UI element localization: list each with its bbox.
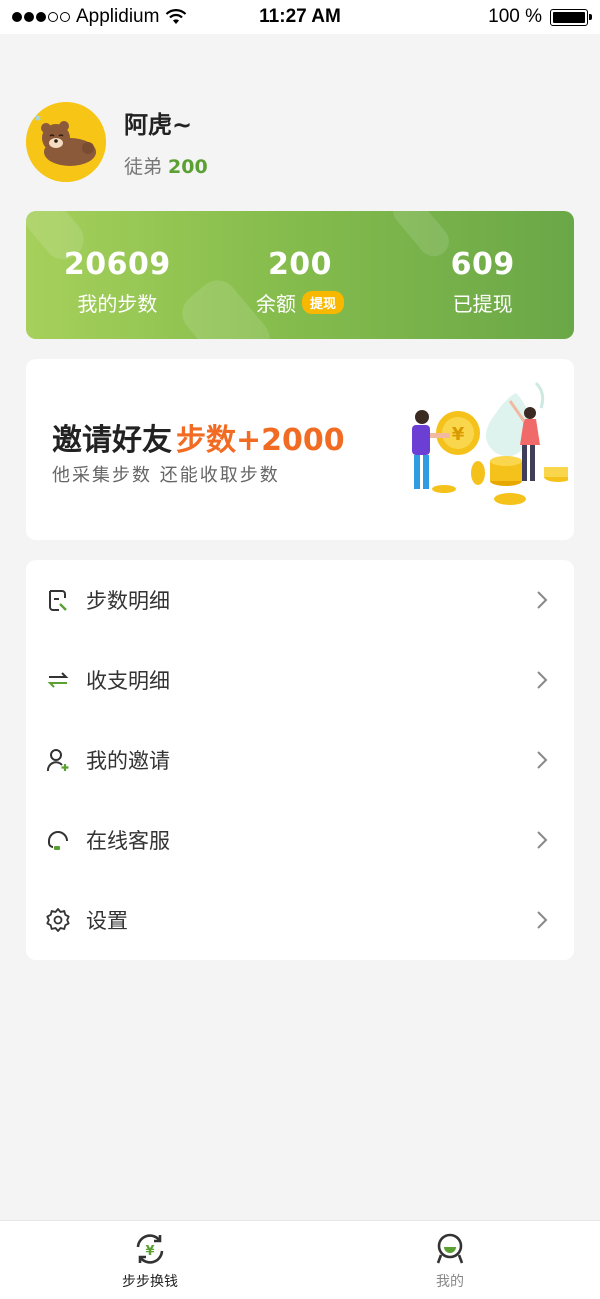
status-bar-right: 100 %: [488, 6, 592, 28]
profile-info: 阿虎~ 徒弟 200: [124, 105, 208, 179]
stats-row: 20609 我的步数 200 余额 提现 609 已提现: [26, 247, 574, 317]
balance-label-row: 余额 提现: [256, 288, 345, 317]
apprentice-count: 200: [168, 156, 208, 178]
profile-header: 阿虎~ 徒弟 200: [26, 102, 208, 182]
chevron-right-icon: [537, 591, 548, 609]
profile-face-icon: [436, 1233, 464, 1264]
invite-banner[interactable]: 邀请好友 步数+2000 他采集步数 还能收取步数 ¥: [26, 359, 574, 540]
menu-label: 设置: [86, 909, 128, 933]
bear-avatar-icon: [26, 102, 106, 182]
tab-mine[interactable]: 我的: [300, 1221, 600, 1299]
menu-list: 步数明细 收支明细 我的邀请 在线客服 设置: [26, 560, 574, 960]
tab-label: 我的: [436, 1274, 464, 1290]
avatar[interactable]: [26, 102, 106, 182]
invite-title-text: 邀请好友: [52, 423, 172, 458]
chevron-right-icon: [537, 831, 548, 849]
balance-label: 余额: [256, 292, 296, 316]
tab-label: 步步换钱: [122, 1274, 178, 1290]
gear-icon: [44, 906, 72, 934]
stat-withdrawn[interactable]: 609 已提现: [391, 247, 574, 317]
menu-label: 步数明细: [86, 589, 170, 613]
step-detail-icon: [44, 586, 72, 614]
add-user-icon: [44, 746, 72, 774]
stat-steps[interactable]: 20609 我的步数: [26, 247, 209, 317]
invite-illustration: ¥: [412, 381, 568, 505]
menu-item-income-detail[interactable]: 收支明细: [26, 640, 574, 720]
withdrawn-label: 已提现: [452, 292, 513, 316]
chevron-right-icon: [537, 671, 548, 689]
menu-item-customer-service[interactable]: 在线客服: [26, 800, 574, 880]
steps-label: 我的步数: [77, 292, 158, 316]
menu-item-my-invites[interactable]: 我的邀请: [26, 720, 574, 800]
exchange-yen-icon: ¥: [136, 1234, 164, 1264]
balance-value: 200: [267, 247, 333, 282]
withdraw-button[interactable]: 提现: [302, 291, 345, 314]
headset-icon: [44, 826, 72, 854]
svg-text:¥: ¥: [452, 424, 465, 445]
stats-card: 20609 我的步数 200 余额 提现 609 已提现: [26, 211, 574, 339]
menu-label: 收支明细: [86, 669, 170, 693]
menu-item-settings[interactable]: 设置: [26, 880, 574, 960]
withdrawn-value: 609: [450, 247, 515, 282]
chevron-right-icon: [537, 911, 548, 929]
menu-label: 我的邀请: [86, 749, 170, 773]
tab-bar: ¥ 步步换钱 我的: [0, 1220, 600, 1299]
invite-subtitle: 他采集步数 还能收取步数: [52, 465, 280, 486]
chevron-right-icon: [537, 751, 548, 769]
steps-value: 20609: [63, 247, 171, 282]
transfer-icon: [44, 666, 72, 694]
menu-item-step-detail[interactable]: 步数明细: [26, 560, 574, 640]
apprentice-row: 徒弟 200: [124, 152, 208, 179]
stat-balance[interactable]: 200 余额 提现: [209, 247, 392, 317]
invite-title: 邀请好友 步数+2000: [52, 415, 345, 459]
battery-icon: [550, 8, 592, 26]
username: 阿虎~: [124, 111, 193, 139]
apprentice-label: 徒弟: [124, 156, 163, 178]
tab-step-exchange[interactable]: ¥ 步步换钱: [0, 1221, 300, 1299]
menu-label: 在线客服: [86, 829, 170, 853]
battery-percent: 100 %: [488, 6, 542, 27]
status-bar: Applidium 11:27 AM 100 %: [0, 0, 600, 34]
svg-text:¥: ¥: [145, 1244, 154, 1259]
invite-highlight: 步数+2000: [176, 423, 345, 458]
